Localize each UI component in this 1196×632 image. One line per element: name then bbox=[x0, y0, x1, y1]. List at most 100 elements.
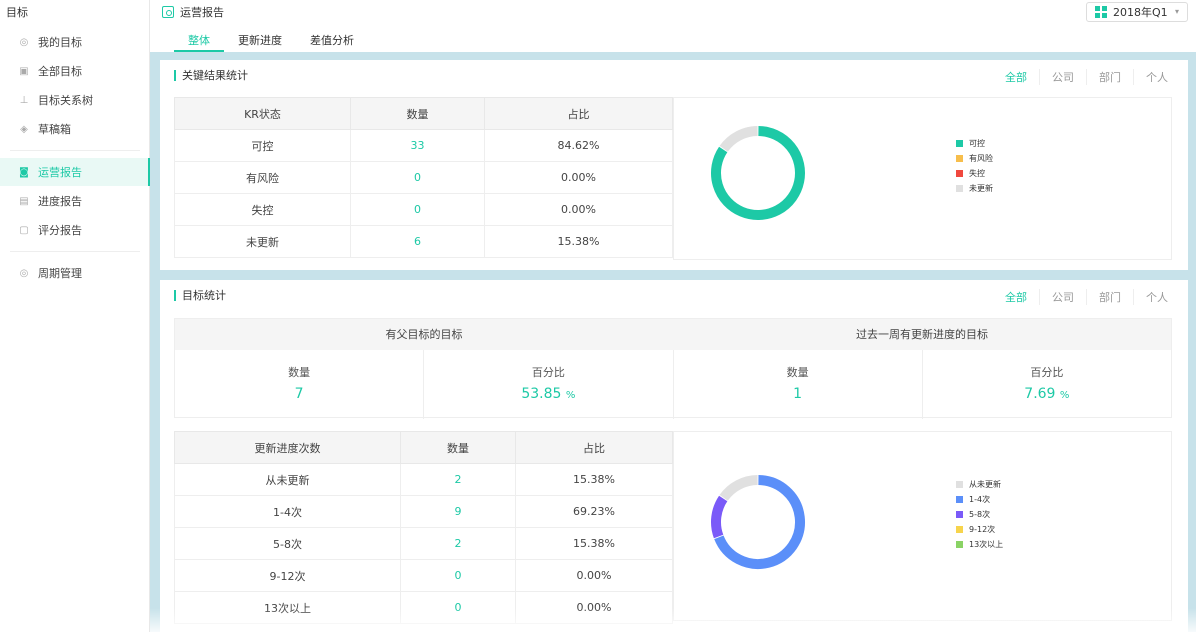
summary-cell: 数量 7 bbox=[175, 350, 425, 419]
kr-status-table: KR状态 数量 占比 可控 33 84.62% 有风险 0 0.00% 失控 0 bbox=[174, 97, 673, 258]
donut-slice-从未更新[interactable] bbox=[719, 475, 758, 501]
summary-value: 7 bbox=[294, 386, 304, 402]
report-icon bbox=[162, 6, 174, 18]
progress-donut-chart bbox=[711, 475, 805, 569]
page-title-text: 运营报告 bbox=[180, 6, 224, 19]
main-content: 关键结果统计 全部 公司 部门 个人 KR状态 数量 占比 可控 33 84.6… bbox=[150, 52, 1196, 632]
cell-label: 9-12次 bbox=[174, 559, 401, 592]
sidebar-item-goal-tree[interactable]: ⊥ 目标关系树 bbox=[0, 86, 150, 114]
filter-personal[interactable]: 个人 bbox=[1133, 69, 1180, 85]
legend-swatch bbox=[956, 140, 963, 147]
donut-slice-5-8次[interactable] bbox=[711, 495, 728, 539]
table-row: 未更新 6 15.38% bbox=[174, 225, 673, 258]
cell-count[interactable]: 0 bbox=[350, 161, 485, 194]
report-icon: ◙ bbox=[19, 166, 29, 178]
summary-pct: 53.85 bbox=[521, 386, 562, 402]
filter-all[interactable]: 全部 bbox=[993, 289, 1039, 305]
cell-label: 5-8次 bbox=[174, 527, 401, 560]
card-title: 关键结果统计 bbox=[174, 70, 248, 81]
summary-label: 百分比 bbox=[1030, 366, 1064, 379]
goal-stats-card: 目标统计 全部 公司 部门 个人 有父目标的目标 过去一周有更新进度的目标 数量… bbox=[160, 280, 1188, 632]
sidebar-item-score-report[interactable]: ▢ 评分报告 bbox=[0, 216, 150, 244]
filter-company[interactable]: 公司 bbox=[1039, 289, 1086, 305]
column-header: 占比 bbox=[484, 97, 673, 130]
table-row: 失控 0 0.00% bbox=[174, 193, 673, 226]
cell-percent: 0.00% bbox=[515, 591, 673, 624]
legend-item[interactable]: 失控 bbox=[956, 166, 993, 181]
sidebar-title: 目标 bbox=[6, 6, 28, 19]
legend-item[interactable]: 有风险 bbox=[956, 151, 993, 166]
cell-count[interactable]: 2 bbox=[400, 527, 516, 560]
donut-slice-未更新[interactable] bbox=[719, 126, 758, 152]
sidebar-item-all-goals[interactable]: ▣ 全部目标 bbox=[0, 57, 150, 85]
cell-count[interactable]: 9 bbox=[400, 495, 516, 528]
filter-department[interactable]: 部门 bbox=[1086, 69, 1133, 85]
sidebar-item-label: 运营报告 bbox=[38, 166, 82, 179]
cell-count[interactable]: 0 bbox=[350, 193, 485, 226]
cell-label: 13次以上 bbox=[174, 591, 401, 624]
sidebar-item-progress-report[interactable]: ▤ 进度报告 bbox=[0, 187, 150, 215]
cell-percent: 15.38% bbox=[515, 463, 673, 496]
legend-item[interactable]: 从未更新 bbox=[956, 477, 1003, 492]
summary-group-title: 过去一周有更新进度的目标 bbox=[856, 328, 988, 341]
sidebar-item-drafts[interactable]: ◈ 草稿箱 bbox=[0, 115, 150, 143]
filter-department[interactable]: 部门 bbox=[1086, 289, 1133, 305]
summary-value: 7.69 % bbox=[923, 386, 1171, 402]
update-progress-table: 更新进度次数 数量 占比 从未更新 2 15.38% 1-4次 9 69.23%… bbox=[174, 431, 673, 624]
tab-bar: 整体 更新进度 差值分析 bbox=[174, 26, 368, 52]
quarter-select[interactable]: 2018年Q1 ▾ bbox=[1086, 2, 1188, 22]
legend-label: 5-8次 bbox=[969, 510, 991, 519]
filter-personal[interactable]: 个人 bbox=[1133, 289, 1180, 305]
legend-label: 从未更新 bbox=[969, 480, 1001, 489]
summary-body: 数量 7 百分比 53.85 % 数量 1 百分比 7.69 % bbox=[175, 350, 1171, 419]
kr-donut-chart bbox=[711, 126, 805, 220]
column-header: 数量 bbox=[350, 97, 485, 130]
summary-cell: 数量 1 bbox=[674, 350, 923, 419]
cell-status: 失控 bbox=[174, 193, 351, 226]
filter-company[interactable]: 公司 bbox=[1039, 69, 1086, 85]
legend-item[interactable]: 未更新 bbox=[956, 181, 993, 196]
cell-count[interactable]: 2 bbox=[400, 463, 516, 496]
legend-swatch bbox=[956, 511, 963, 518]
legend-label: 9-12次 bbox=[969, 525, 996, 534]
goal-summary: 有父目标的目标 过去一周有更新进度的目标 数量 7 百分比 53.85 % 数量… bbox=[174, 318, 1172, 419]
sidebar-item-my-goals[interactable]: ◎ 我的目标 bbox=[0, 28, 150, 56]
summary-cell: 百分比 53.85 % bbox=[424, 350, 674, 419]
scope-filter: 全部 公司 部门 个人 bbox=[993, 289, 1180, 305]
legend-swatch bbox=[956, 155, 963, 162]
tab-variance-analysis[interactable]: 差值分析 bbox=[296, 26, 368, 52]
cell-count[interactable]: 0 bbox=[400, 591, 516, 624]
legend-label: 未更新 bbox=[969, 184, 993, 193]
legend-item[interactable]: 9-12次 bbox=[956, 522, 1003, 537]
legend-label: 有风险 bbox=[969, 154, 993, 163]
scope-filter: 全部 公司 部门 个人 bbox=[993, 69, 1180, 85]
chevron-down-icon: ▾ bbox=[1174, 7, 1179, 16]
summary-value: 53.85 % bbox=[424, 386, 672, 402]
cell-count[interactable]: 33 bbox=[350, 129, 485, 162]
legend-item[interactable]: 13次以上 bbox=[956, 537, 1003, 552]
cell-percent: 15.38% bbox=[484, 225, 673, 258]
sidebar-item-label: 评分报告 bbox=[38, 224, 82, 237]
kr-stats-card: 关键结果统计 全部 公司 部门 个人 KR状态 数量 占比 可控 33 84.6… bbox=[160, 60, 1188, 270]
cell-label: 1-4次 bbox=[174, 495, 401, 528]
sidebar-item-cycle-management[interactable]: ◎ 周期管理 bbox=[0, 259, 150, 287]
table-header-row: KR状态 数量 占比 bbox=[174, 97, 673, 130]
card-title: 目标统计 bbox=[174, 290, 226, 301]
legend-item[interactable]: 5-8次 bbox=[956, 507, 1003, 522]
score-icon: ▢ bbox=[19, 224, 29, 236]
filter-all[interactable]: 全部 bbox=[993, 69, 1039, 85]
cell-count[interactable]: 0 bbox=[400, 559, 516, 592]
legend-item[interactable]: 1-4次 bbox=[956, 492, 1003, 507]
tab-overall[interactable]: 整体 bbox=[174, 26, 224, 52]
sidebar-item-label: 全部目标 bbox=[38, 65, 82, 78]
tab-update-progress[interactable]: 更新进度 bbox=[224, 26, 296, 52]
cell-count[interactable]: 6 bbox=[350, 225, 485, 258]
sidebar: 目标 ◎ 我的目标 ▣ 全部目标 ⊥ 目标关系树 ◈ 草稿箱 ◙ 运营报告 ▤ … bbox=[0, 0, 150, 632]
progress-icon: ▤ bbox=[19, 195, 29, 207]
sidebar-item-ops-report[interactable]: ◙ 运营报告 bbox=[0, 158, 150, 186]
sidebar-item-label: 目标关系树 bbox=[38, 94, 93, 107]
legend-swatch bbox=[956, 481, 963, 488]
legend-item[interactable]: 可控 bbox=[956, 136, 993, 151]
cell-percent: 0.00% bbox=[484, 193, 673, 226]
grid-icon bbox=[1095, 6, 1107, 18]
